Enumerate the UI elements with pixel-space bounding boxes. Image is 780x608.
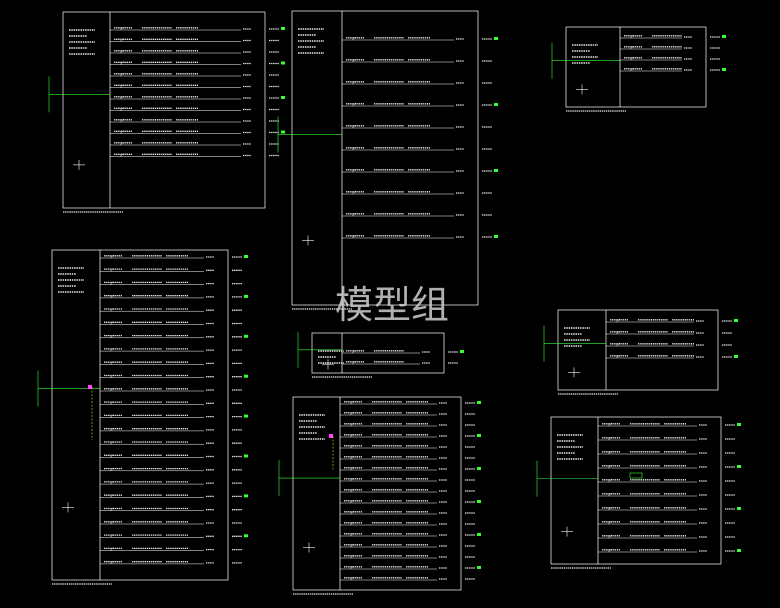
load-marker — [281, 96, 285, 99]
load-marker — [477, 401, 481, 404]
load-marker — [734, 319, 738, 322]
load-marker — [244, 334, 248, 338]
load-marker — [477, 434, 481, 437]
load-marker — [244, 374, 248, 378]
load-marker — [244, 494, 248, 498]
load-marker — [244, 414, 248, 418]
load-marker — [494, 169, 498, 172]
load-marker — [722, 35, 726, 38]
load-marker — [477, 500, 481, 503]
watermark-text: 模型组 — [335, 283, 449, 327]
load-marker — [494, 103, 498, 106]
load-marker — [244, 534, 248, 538]
load-marker — [477, 566, 481, 569]
meter-marker — [329, 434, 333, 438]
load-marker — [244, 294, 248, 298]
load-marker — [244, 454, 248, 458]
load-marker — [281, 61, 285, 65]
load-marker — [494, 235, 498, 238]
load-marker — [737, 423, 741, 426]
load-marker — [734, 355, 738, 358]
load-marker — [281, 27, 285, 30]
load-marker — [494, 37, 498, 40]
load-marker — [281, 130, 285, 134]
load-marker — [460, 350, 464, 353]
load-marker — [737, 549, 741, 552]
load-marker — [477, 533, 481, 536]
meter-marker — [88, 385, 92, 389]
load-marker — [722, 68, 726, 71]
load-marker — [477, 467, 481, 470]
load-marker — [737, 507, 741, 510]
load-marker — [244, 255, 248, 258]
load-marker — [737, 465, 741, 468]
cad-drawing-canvas: 模型组 — [0, 0, 780, 608]
